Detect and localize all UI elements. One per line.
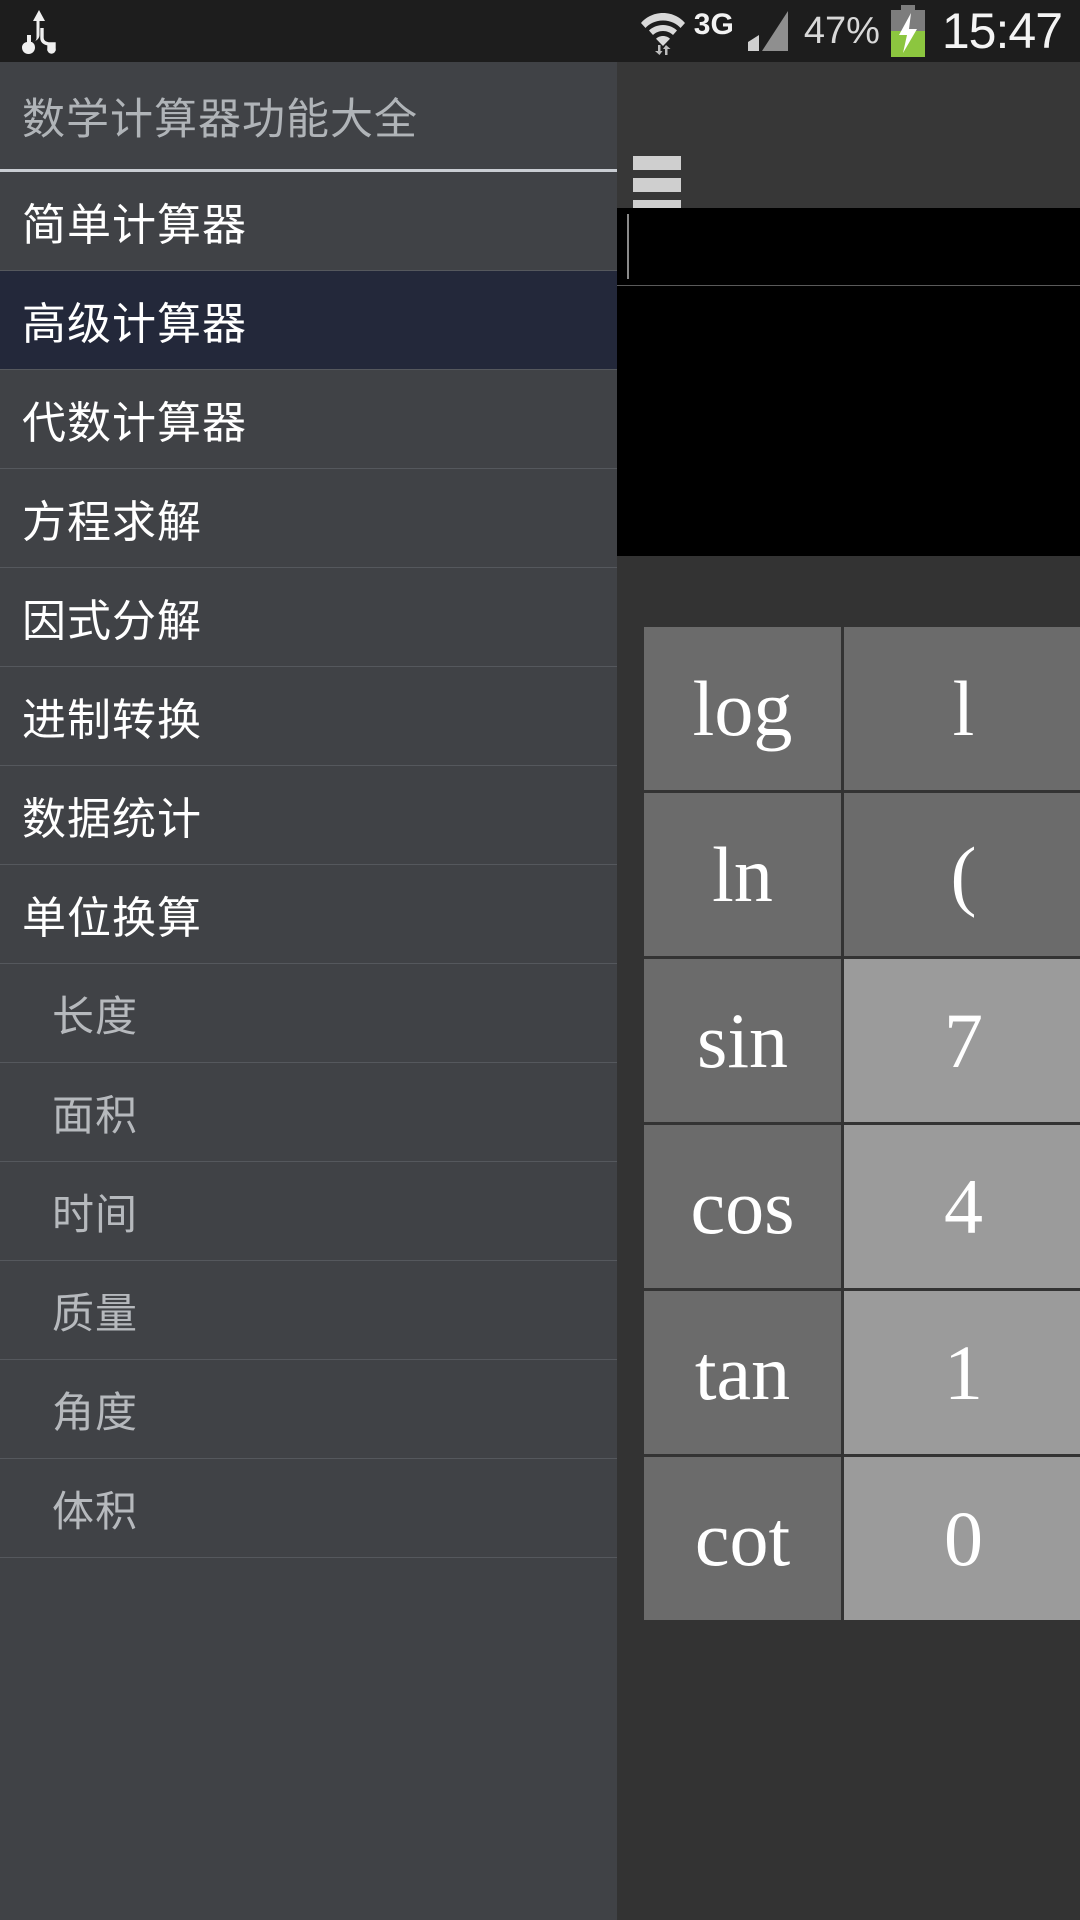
status-bar: 3G 47% 15:47 xyxy=(0,0,1080,62)
clock-label: 15:47 xyxy=(941,3,1063,59)
key-log[interactable]: log xyxy=(644,627,841,790)
sidebar-item-equation-solver[interactable]: 方程求解 xyxy=(0,469,617,568)
key-cos[interactable]: cos xyxy=(644,1125,841,1288)
status-bar-right: 3G 47% 15:47 xyxy=(640,5,1080,57)
sidebar-item-statistics[interactable]: 数据统计 xyxy=(0,766,617,865)
hamburger-bar-1 xyxy=(633,156,681,170)
sidebar-item-unit-conversion[interactable]: 单位换算 xyxy=(0,865,617,964)
keypad-grid: log l ln ( sin 7 cos 4 tan 1 cot 0 xyxy=(644,627,1080,1897)
sidebar-item-label: 进制转换 xyxy=(22,696,202,745)
sidebar-item-label: 质量 xyxy=(52,1289,139,1337)
display-input-line[interactable] xyxy=(617,208,1080,286)
sidebar-item-label: 简单计算器 xyxy=(22,201,247,250)
sidebar-item-label: 因式分解 xyxy=(22,597,202,646)
hamburger-menu-icon[interactable] xyxy=(633,156,681,214)
sidebar-item-label: 面积 xyxy=(52,1091,139,1139)
key-cot[interactable]: cot xyxy=(644,1457,841,1620)
key-1[interactable]: 1 xyxy=(844,1291,1080,1454)
battery-percent-label: 47% xyxy=(803,10,880,52)
sidebar-item-advanced-calculator[interactable]: 高级计算器 xyxy=(0,271,617,370)
sidebar-item-area[interactable]: 面积 xyxy=(0,1063,617,1162)
battery-charging-icon xyxy=(888,5,928,57)
sidebar-item-length[interactable]: 长度 xyxy=(0,964,617,1063)
sidebar-item-angle[interactable]: 角度 xyxy=(0,1360,617,1459)
text-caret xyxy=(627,214,629,279)
sidebar-item-label: 方程求解 xyxy=(22,498,202,547)
hamburger-bar-2 xyxy=(633,178,681,192)
sidebar-item-label: 体积 xyxy=(52,1487,139,1535)
key-ln[interactable]: ln xyxy=(644,793,841,956)
key-tan[interactable]: tan xyxy=(644,1291,841,1454)
sidebar-item-base-conversion[interactable]: 进制转换 xyxy=(0,667,617,766)
sidebar-item-label: 数据统计 xyxy=(22,795,202,844)
sidebar-item-label: 角度 xyxy=(52,1388,139,1436)
key-sin[interactable]: sin xyxy=(644,959,841,1122)
navigation-drawer: 数学计算器功能大全 简单计算器 高级计算器 代数计算器 方程求解 因式分解 进制… xyxy=(0,62,617,1920)
calculator-keypad: log l ln ( sin 7 cos 4 tan 1 cot 0 xyxy=(617,556,1080,1920)
key-7[interactable]: 7 xyxy=(844,959,1080,1122)
sidebar-item-label: 高级计算器 xyxy=(22,300,247,349)
key-l[interactable]: l xyxy=(844,627,1080,790)
status-bar-left xyxy=(0,8,56,54)
calculator-display[interactable] xyxy=(617,208,1080,556)
sidebar-item-simple-calculator[interactable]: 简单计算器 xyxy=(0,172,617,271)
sidebar-item-volume[interactable]: 体积 xyxy=(0,1459,617,1558)
signal-bars-icon xyxy=(747,9,794,53)
network-type-label: 3G xyxy=(693,8,734,41)
sidebar-item-label: 单位换算 xyxy=(22,894,202,943)
drawer-title: 数学计算器功能大全 xyxy=(22,95,418,144)
sidebar-item-label: 代数计算器 xyxy=(22,399,247,448)
key-4[interactable]: 4 xyxy=(844,1125,1080,1288)
wifi-icon xyxy=(640,7,686,55)
key-open-paren[interactable]: ( xyxy=(844,793,1080,956)
sidebar-item-mass[interactable]: 质量 xyxy=(0,1261,617,1360)
sidebar-item-label: 时间 xyxy=(52,1190,139,1238)
sidebar-item-label: 长度 xyxy=(52,992,139,1040)
key-0[interactable]: 0 xyxy=(844,1457,1080,1620)
sidebar-item-factorization[interactable]: 因式分解 xyxy=(0,568,617,667)
sidebar-item-time[interactable]: 时间 xyxy=(0,1162,617,1261)
sidebar-item-algebra-calculator[interactable]: 代数计算器 xyxy=(0,370,617,469)
drawer-header: 数学计算器功能大全 xyxy=(0,62,617,172)
usb-icon xyxy=(22,8,56,54)
